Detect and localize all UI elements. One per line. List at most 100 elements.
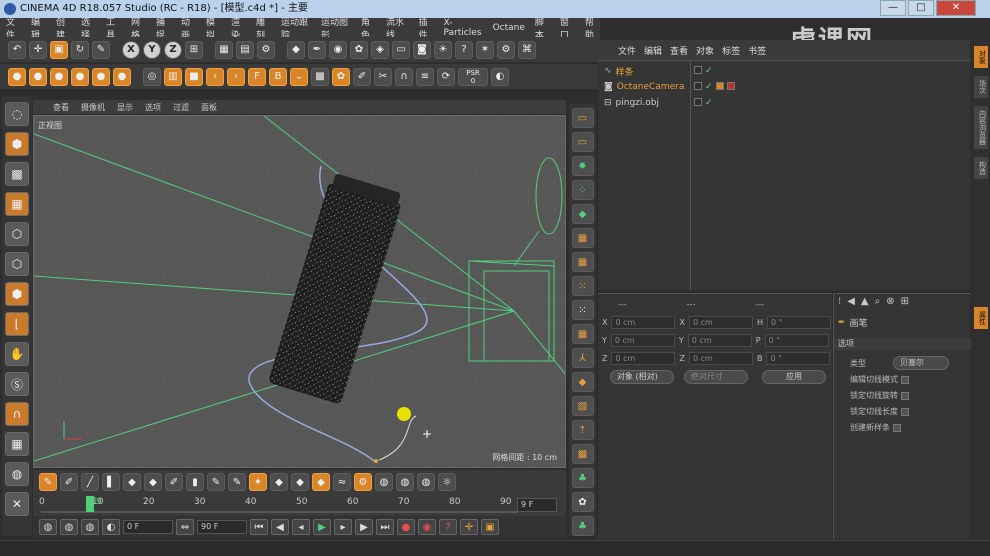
scale-tool-icon[interactable]: ▣ bbox=[50, 40, 68, 59]
menu-arrow-icon[interactable]: ⁝ bbox=[838, 296, 841, 307]
model-mode-icon[interactable]: ● bbox=[29, 67, 47, 86]
snap-icon[interactable]: ◎ bbox=[143, 67, 161, 86]
orb-tool-icon[interactable]: ◍ bbox=[375, 473, 393, 491]
step-forward-icon[interactable]: ▸ bbox=[334, 519, 352, 535]
edge-mode-icon[interactable]: ● bbox=[113, 67, 131, 86]
cube-green-icon[interactable]: ◆ bbox=[571, 204, 594, 224]
range-arrows-icon[interactable]: ⇔ bbox=[176, 519, 194, 535]
cube-primitive-icon[interactable]: ◆ bbox=[287, 40, 305, 59]
tab-content-browser[interactable]: 内容浏览器 bbox=[973, 106, 988, 149]
line-tool-icon[interactable]: ╱ bbox=[81, 473, 99, 491]
checker-icon[interactable]: ▩ bbox=[311, 67, 329, 86]
solo-icon[interactable]: Ⓢ bbox=[5, 372, 29, 396]
keyframe-icon[interactable]: ◐ bbox=[491, 67, 509, 86]
option-checkbox[interactable] bbox=[901, 391, 909, 400]
dots-icon[interactable]: ⁘ bbox=[571, 180, 594, 200]
help-icon[interactable]: ? bbox=[439, 519, 457, 535]
texture-icon[interactable]: ▩ bbox=[5, 162, 29, 186]
viewport-menu-panel[interactable]: 面板 bbox=[201, 102, 217, 113]
position-y-field[interactable]: 0 cm bbox=[610, 333, 675, 347]
bar-tool-icon[interactable]: ▌ bbox=[102, 473, 120, 491]
close-button[interactable]: ✕ bbox=[936, 0, 976, 16]
options-section-tab[interactable]: 选项 bbox=[834, 338, 971, 350]
texture-mode-icon[interactable]: ● bbox=[50, 67, 68, 86]
xparticles-icon[interactable]: ✶ bbox=[476, 40, 494, 59]
size-x-field[interactable]: 0 cm bbox=[688, 315, 753, 329]
axis-modification-icon[interactable]: ▥ bbox=[164, 67, 182, 86]
orange-dots-icon[interactable]: ⁙ bbox=[571, 276, 594, 296]
rotate-tool-icon[interactable]: ↻ bbox=[71, 40, 89, 59]
knife-icon[interactable]: ✂ bbox=[374, 67, 392, 86]
start-frame-field[interactable]: 0 F bbox=[123, 520, 173, 534]
checker-tool-icon[interactable]: ▩ bbox=[571, 444, 594, 464]
viewport-menu-view[interactable]: 查看 bbox=[53, 102, 69, 113]
sphere-icon-3[interactable]: ◍ bbox=[81, 519, 99, 535]
polygon-icon[interactable]: ⬢ bbox=[5, 282, 29, 306]
orb-tool-icon-3[interactable]: ◍ bbox=[417, 473, 435, 491]
position-z-field[interactable]: 0 cm bbox=[611, 351, 676, 365]
polygon-mode-icon[interactable]: ■ bbox=[185, 67, 203, 86]
gear-green-icon[interactable]: ✹ bbox=[571, 156, 594, 176]
menu-octane[interactable]: Octane bbox=[493, 23, 525, 33]
b-key-button[interactable]: B bbox=[269, 67, 287, 86]
minimize-button[interactable]: — bbox=[880, 0, 906, 16]
make-editable-icon[interactable]: ● bbox=[8, 67, 26, 86]
enabled-check-icon[interactable]: ✓ bbox=[705, 82, 713, 92]
floor-icon[interactable]: ▭ bbox=[392, 40, 410, 59]
autokey-icon[interactable]: ◉ bbox=[418, 519, 436, 535]
magnet-icon[interactable]: ∩ bbox=[395, 67, 413, 86]
option-checkbox[interactable] bbox=[901, 375, 909, 384]
coordinate-mode-dropdown[interactable]: 对象 (相对) bbox=[610, 370, 674, 384]
rotation-h-field[interactable]: 0 ° bbox=[766, 315, 831, 329]
next-key-icon[interactable]: ▶ bbox=[355, 519, 373, 535]
enabled-check-icon[interactable]: ✓ bbox=[705, 66, 713, 76]
y-axis-button[interactable]: Y bbox=[143, 40, 161, 59]
script-icon[interactable]: ⌘ bbox=[518, 40, 536, 59]
move-key-icon[interactable]: ✛ bbox=[460, 519, 478, 535]
maximize-button[interactable]: □ bbox=[908, 0, 934, 16]
magnet-snap-icon[interactable]: ∩ bbox=[5, 402, 29, 426]
settings-tool-icon[interactable]: ⚙ bbox=[354, 473, 372, 491]
lock-icon[interactable]: ⊗ bbox=[886, 296, 894, 307]
playhead[interactable] bbox=[86, 496, 94, 512]
object-row[interactable]: ⊟ pingzi.obj ✓ bbox=[604, 95, 713, 111]
close-tool-icon[interactable]: ✕ bbox=[5, 492, 29, 516]
rotation-p-field[interactable]: 0 ° bbox=[764, 333, 829, 347]
render-view-icon[interactable]: ▦ bbox=[215, 40, 233, 59]
subdivision-icon[interactable]: ◉ bbox=[329, 40, 347, 59]
wrap-tool-icon[interactable]: ≈ bbox=[333, 473, 351, 491]
search-icon[interactable]: ⌕ bbox=[875, 296, 881, 307]
flower-icon[interactable]: ✿ bbox=[571, 492, 594, 512]
tool-icon-2[interactable]: ▭ bbox=[571, 132, 594, 152]
grid-icon[interactable]: ▦ bbox=[5, 432, 29, 456]
bridge-icon[interactable]: ≡ bbox=[416, 67, 434, 86]
record-icon[interactable]: ● bbox=[397, 519, 415, 535]
position-x-field[interactable]: 0 cm bbox=[611, 315, 676, 329]
deformer-icon[interactable]: ◈ bbox=[371, 40, 389, 59]
undo-icon[interactable]: ↶ bbox=[8, 40, 26, 59]
option-checkbox[interactable] bbox=[901, 407, 909, 416]
om-menu-view[interactable]: 查看 bbox=[670, 44, 688, 57]
om-menu-object[interactable]: 对象 bbox=[696, 44, 714, 57]
render-picture-viewer-icon[interactable]: ▤ bbox=[236, 40, 254, 59]
step-back-icon[interactable]: ◂ bbox=[292, 519, 310, 535]
bars-tool-icon[interactable]: ▮ bbox=[186, 473, 204, 491]
light-icon[interactable]: ☀ bbox=[434, 40, 452, 59]
timeline[interactable]: 0 10 20 30 40 50 60 70 80 90 9 9 F bbox=[33, 494, 566, 516]
om-menu-file[interactable]: 文件 bbox=[618, 44, 636, 57]
chevron-down-icon[interactable]: ⌄ bbox=[290, 67, 308, 86]
vis-dot[interactable] bbox=[694, 82, 702, 90]
uv-icon[interactable]: ▦ bbox=[5, 192, 29, 216]
sphere-icon-4[interactable]: ◐ bbox=[102, 519, 120, 535]
vis-dot[interactable] bbox=[694, 98, 702, 106]
sculpt-icon[interactable]: ◌ bbox=[5, 102, 29, 126]
menu-xparticles[interactable]: X-Particles bbox=[444, 18, 483, 38]
tab-structure[interactable]: 构造 bbox=[973, 157, 988, 179]
option-checkbox[interactable] bbox=[893, 423, 901, 432]
front-viewport[interactable]: + 正视图 网格间距 : 10 cm bbox=[33, 115, 566, 468]
light-tool-icon[interactable]: ☼ bbox=[438, 473, 456, 491]
pen-spline-icon[interactable]: ✒ bbox=[308, 40, 326, 59]
current-frame-field[interactable]: 9 F bbox=[517, 498, 557, 512]
tweak-icon[interactable]: ✋ bbox=[5, 342, 29, 366]
z-axis-button[interactable]: Z bbox=[164, 40, 182, 59]
